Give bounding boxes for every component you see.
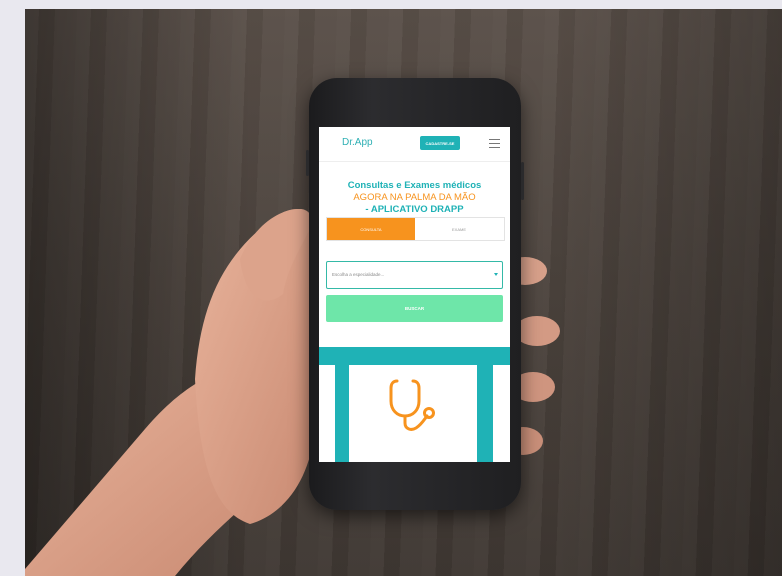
feature-card-left xyxy=(319,365,335,462)
features-band xyxy=(319,347,510,462)
app-header: Dr.App CADASTRE-SE xyxy=(319,127,510,162)
tab-consulta[interactable]: CONSULTA xyxy=(327,218,415,240)
hamburger-menu-icon[interactable] xyxy=(489,139,500,148)
chevron-down-icon xyxy=(494,273,498,276)
feature-card[interactable] xyxy=(349,365,477,462)
stethoscope-icon xyxy=(389,379,435,431)
specialty-select[interactable]: Escolha a especialidade... xyxy=(326,261,503,289)
search-button[interactable]: BUSCAR xyxy=(326,295,503,322)
phone-power-button xyxy=(521,162,524,200)
signup-button[interactable]: CADASTRE-SE xyxy=(420,136,460,150)
search-tabs: CONSULTA EXAME xyxy=(326,217,505,241)
specialty-select-placeholder: Escolha a especialidade... xyxy=(332,272,385,277)
app-logo[interactable]: Dr.App xyxy=(342,137,373,148)
tab-exame[interactable]: EXAME xyxy=(415,218,503,240)
feature-card-right xyxy=(493,365,510,462)
headline-line-2: AGORA NA PALMA DA MÃO xyxy=(353,192,476,203)
phone-side-button xyxy=(306,150,309,176)
phone-screen: Dr.App CADASTRE-SE Consultas e Exames mé… xyxy=(319,127,510,462)
headline-line-1: Consultas e Exames médicos xyxy=(347,180,482,191)
headline-line-3: - APLICATIVO DRAPP xyxy=(365,204,464,215)
